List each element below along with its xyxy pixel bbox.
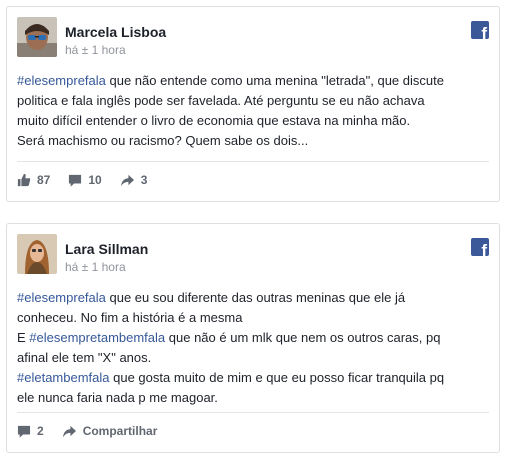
post-line: afinal ele tem "X" anos. [17,348,489,368]
line-prefix: E [17,330,30,345]
line-text: Será machismo ou racismo? Quem sabe os d… [17,133,309,148]
comment-icon [17,425,31,438]
share-button[interactable]: 3 [120,173,148,187]
like-count: 87 [37,173,51,187]
post-line: conheceu. No fim a história é a mesma [17,308,489,328]
hashtag-link[interactable]: #elesemprefala [17,290,106,305]
post-line: ele nunca faria nada p me magoar. [17,388,489,408]
facebook-icon[interactable]: f [471,238,489,256]
comment-count: 2 [37,424,44,438]
post-actions: 87 10 3 [17,163,489,197]
post-card: Lara Sillman há ± 1 hora f #elesemprefal… [6,223,500,453]
avatar[interactable] [17,234,57,274]
line-text: que não entende como uma menina "letrada… [105,73,444,88]
post-header: Lara Sillman há ± 1 hora f [7,224,499,284]
post-actions: 2 Compartilhar [17,414,489,448]
line-text: afinal ele tem "X" anos. [17,350,152,365]
author-name[interactable]: Marcela Lisboa [65,24,166,40]
avatar[interactable] [17,17,57,57]
post-line: politica e fala inglês pode ser favelada… [17,91,489,111]
share-icon [62,425,76,437]
comment-button[interactable]: 10 [68,173,102,187]
post-text: #elesemprefala que não entende como uma … [17,71,489,151]
line-text: que gosta muito de mim e que eu posso fi… [109,370,445,385]
share-count: 3 [140,173,148,187]
line-text: politica e fala inglês pode ser favelada… [17,93,425,108]
post-line: #elesemprefala que eu sou diferente das … [17,288,489,308]
hashtag-link[interactable]: #elesemprefala [17,73,106,88]
author-name[interactable]: Lara Sillman [65,241,148,257]
post-line: #eletambemfala que gosta muito de mim e … [17,368,489,388]
share-button[interactable]: Compartilhar [62,424,158,438]
timestamp[interactable]: há ± 1 hora [65,260,126,274]
comment-icon [69,174,82,187]
facebook-icon[interactable]: f [471,21,489,39]
hashtag-link[interactable]: #elesempretambemfala [29,330,165,345]
hashtag-link[interactable]: #eletambemfala [17,370,110,385]
post-line: #elesemprefala que não entende como uma … [17,71,489,91]
post-line: muito difícil entender o livro de econom… [17,111,489,131]
like-icon [17,173,31,187]
line-text: ele nunca faria nada p me magoar. [17,390,218,405]
share-icon [120,174,134,186]
timestamp[interactable]: há ± 1 hora [65,43,126,57]
post-text: #elesemprefala que eu sou diferente das … [17,288,489,408]
line-text: que não é um mlk que nem os outros caras… [165,330,441,345]
line-text: muito difícil entender o livro de econom… [17,113,411,128]
post-line: E #elesempretambemfala que não é um mlk … [17,328,489,348]
divider [17,161,489,162]
line-text: conheceu. No fim a história é a mesma [17,310,243,325]
post-header: Marcela Lisboa há ± 1 hora f [7,7,499,67]
divider [17,412,489,413]
share-label: Compartilhar [82,424,158,438]
post-line: Será machismo ou racismo? Quem sabe os d… [17,131,489,151]
comment-count: 10 [88,173,102,187]
line-text: que eu sou diferente das outras meninas … [105,290,406,305]
like-button[interactable]: 87 [17,173,50,187]
post-card: Marcela Lisboa há ± 1 hora f #elesempref… [6,6,500,202]
comment-button[interactable]: 2 [17,424,44,438]
